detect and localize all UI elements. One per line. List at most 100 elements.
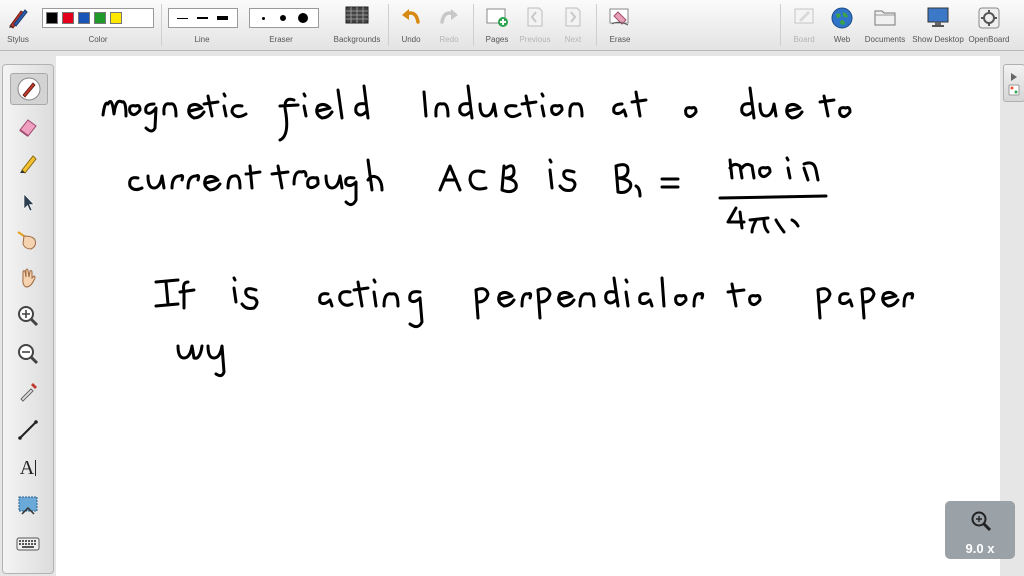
- gear-icon: [978, 7, 1000, 29]
- color-swatch-green[interactable]: [94, 12, 106, 24]
- line-tool[interactable]: [10, 415, 46, 445]
- color-label: Color: [88, 35, 108, 44]
- color-group: Color: [42, 0, 156, 50]
- redo-label: Redo: [439, 35, 459, 44]
- handwriting-ink: [101, 84, 915, 378]
- show-desktop-button[interactable]: Show Desktop: [910, 0, 966, 50]
- zoom-out-icon: [18, 344, 39, 365]
- line-medium-option[interactable]: [192, 11, 212, 25]
- redo-button[interactable]: Redo: [434, 0, 464, 50]
- eraser-label: Eraser: [269, 35, 293, 44]
- whiteboard-canvas[interactable]: [56, 56, 1000, 576]
- openboard-label: OpenBoard: [968, 35, 1010, 44]
- pen-tool[interactable]: [10, 73, 48, 105]
- virtual-keyboard-tool[interactable]: [10, 529, 46, 559]
- undo-button[interactable]: Undo: [396, 0, 426, 50]
- magnifier-icon: [971, 511, 992, 532]
- pointer-icon: [23, 193, 35, 212]
- toolbar-divider: [780, 4, 781, 46]
- documents-button[interactable]: Documents: [862, 0, 908, 50]
- line-thin-option[interactable]: [172, 11, 192, 25]
- pages-label: Pages: [485, 35, 509, 44]
- text-tool[interactable]: A: [10, 453, 46, 483]
- next-page-icon: [565, 7, 581, 27]
- eraser-tool[interactable]: [10, 111, 46, 141]
- previous-page-button[interactable]: Previous: [518, 0, 552, 50]
- line-width-options: [168, 8, 238, 28]
- openboard-menu-button[interactable]: OpenBoard: [966, 0, 1012, 50]
- hand-tool[interactable]: [10, 263, 46, 293]
- board-label: Board: [793, 35, 815, 44]
- line-label: Line: [194, 35, 210, 44]
- previous-label: Previous: [519, 35, 551, 44]
- undo-icon: [402, 9, 420, 24]
- folder-icon: [874, 10, 896, 26]
- toolbar-divider: [388, 4, 389, 46]
- top-toolbar: Stylus Color Line Eraser Backgrounds Und…: [0, 0, 1024, 51]
- highlighter-icon: [20, 155, 37, 174]
- backgrounds-button[interactable]: Backgrounds: [330, 0, 384, 50]
- pipette-tool[interactable]: [10, 377, 46, 407]
- stylus-icon: [9, 9, 28, 29]
- tool-palette: A: [2, 64, 54, 574]
- color-swatch-blue[interactable]: [78, 12, 90, 24]
- zoom-in-icon: [18, 306, 39, 327]
- line-thick-option[interactable]: [212, 11, 232, 25]
- pointer-tool[interactable]: [10, 187, 46, 217]
- zoom-in-tool[interactable]: [10, 301, 46, 331]
- color-swatch-red[interactable]: [62, 12, 74, 24]
- toolbar-divider: [596, 4, 597, 46]
- text-cursor-glyph: [35, 460, 37, 476]
- redo-icon: [440, 9, 458, 24]
- toolbar-divider: [161, 4, 162, 46]
- erase-button[interactable]: Erase: [605, 0, 635, 50]
- laser-pointer-tool[interactable]: [10, 225, 46, 255]
- eraser-group: Eraser: [249, 0, 319, 50]
- backgrounds-label: Backgrounds: [333, 35, 381, 44]
- erase-label: Erase: [609, 35, 631, 44]
- capture-icon: [18, 496, 38, 515]
- eraser-small-option[interactable]: [253, 11, 273, 25]
- zoom-out-tool[interactable]: [10, 339, 46, 369]
- library-panel-toggle[interactable]: [1003, 64, 1024, 102]
- pen-icon: [17, 77, 41, 101]
- capture-tool[interactable]: [10, 491, 46, 521]
- stylus-label: Stylus: [7, 35, 29, 44]
- grab-hand-icon: [22, 268, 36, 288]
- undo-label: Undo: [401, 35, 421, 44]
- text-tool-icon: A: [19, 456, 35, 479]
- laser-hand-icon: [17, 231, 36, 250]
- stylus-button[interactable]: Stylus: [0, 0, 36, 50]
- zoom-indicator[interactable]: 9.0 x: [945, 501, 1015, 559]
- collapse-arrow-icon: [1008, 73, 1020, 96]
- pipette-icon: [20, 383, 37, 402]
- color-swatches: [42, 8, 154, 28]
- eraser-medium-option[interactable]: [273, 11, 293, 25]
- line-tool-icon: [18, 420, 38, 440]
- web-button[interactable]: Web: [828, 0, 856, 50]
- highlighter-tool[interactable]: [10, 149, 46, 179]
- board-mode-button[interactable]: Board: [789, 0, 819, 50]
- line-group: Line: [168, 0, 238, 50]
- next-page-button[interactable]: Next: [558, 0, 588, 50]
- eraser-large-option[interactable]: [293, 11, 313, 25]
- next-label: Next: [564, 35, 582, 44]
- keyboard-icon: [16, 537, 40, 551]
- color-swatch-black[interactable]: [46, 12, 58, 24]
- color-swatch-yellow[interactable]: [110, 12, 122, 24]
- globe-icon: [831, 7, 853, 29]
- board-icon: [794, 8, 814, 24]
- backgrounds-grid-icon: [345, 6, 369, 24]
- toolbar-divider: [473, 4, 474, 46]
- documents-label: Documents: [864, 35, 906, 44]
- previous-page-icon: [527, 7, 543, 27]
- eraser-icon: [19, 119, 37, 137]
- web-label: Web: [833, 35, 851, 44]
- pages-button[interactable]: Pages: [481, 0, 513, 50]
- monitor-icon: [927, 7, 949, 27]
- add-page-icon: [486, 8, 508, 27]
- show-desktop-label: Show Desktop: [912, 35, 964, 44]
- eraser-size-options: [249, 8, 319, 28]
- erase-board-icon: [609, 8, 629, 26]
- zoom-level-label: 9.0 x: [965, 541, 995, 556]
